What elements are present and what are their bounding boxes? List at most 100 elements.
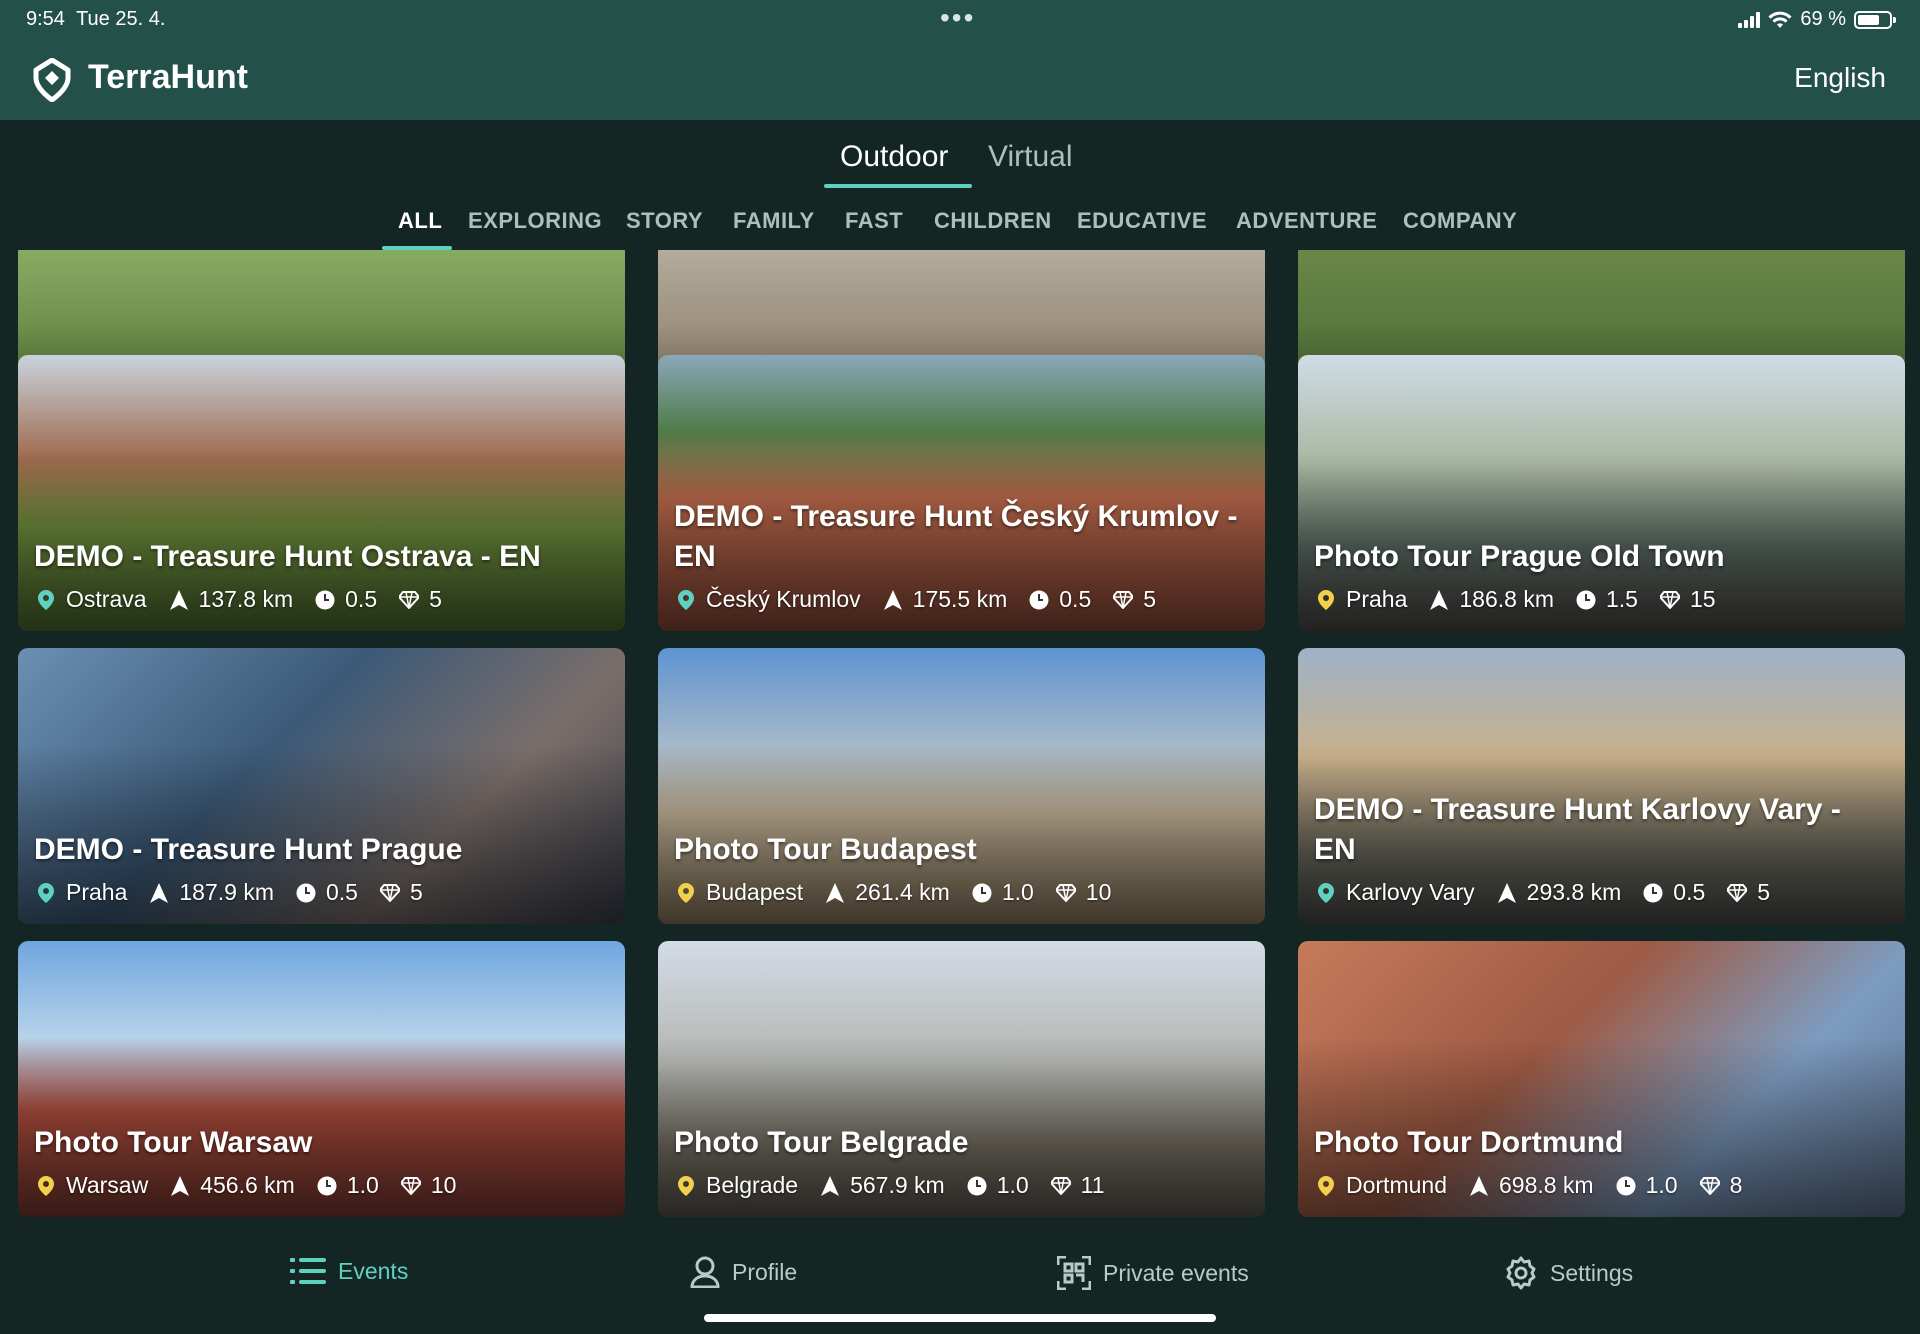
category-family[interactable]: FAMILY <box>733 208 815 234</box>
nav-settings-label: Settings <box>1550 1259 1634 1286</box>
category-filter-bar: ALL EXPLORING STORY FAMILY FAST CHILDREN… <box>0 208 1920 250</box>
active-tab-indicator <box>824 184 972 188</box>
event-gems-value: 10 <box>430 1172 457 1198</box>
status-date: Tue 25. 4. <box>76 8 166 30</box>
event-distance: 186.8 km <box>1429 586 1554 613</box>
navigation-arrow-icon <box>825 882 845 903</box>
gear-icon <box>1506 1256 1536 1290</box>
location-pin-icon <box>676 882 696 903</box>
cellular-signal-icon <box>1738 11 1761 28</box>
nav-settings[interactable]: Settings <box>1504 1256 1633 1290</box>
event-location: Budapest <box>676 879 803 906</box>
event-card[interactable]: DEMO - Treasure Hunt Český Krumlov - EN … <box>658 355 1265 631</box>
event-gems-value: 5 <box>409 879 423 905</box>
event-location: Warsaw <box>36 1172 148 1199</box>
event-distance-value: 293.8 km <box>1526 879 1622 905</box>
event-card[interactable]: Photo Tour Budapest Budapest 261.4 km 1.… <box>658 648 1265 924</box>
event-duration-value: 0.5 <box>325 879 358 905</box>
nav-events-label: Events <box>338 1257 409 1284</box>
event-city: Belgrade <box>706 1172 799 1198</box>
category-story[interactable]: STORY <box>626 208 703 234</box>
event-card[interactable]: Photo Tour Dortmund Dortmund 698.8 km 1.… <box>1298 941 1905 1217</box>
event-city: Karlovy Vary <box>1346 879 1475 905</box>
diamond-icon <box>1699 1176 1720 1196</box>
navigation-arrow-icon <box>1469 1175 1489 1196</box>
category-adventure[interactable]: ADVENTURE <box>1236 208 1377 234</box>
event-distance: 187.9 km <box>149 879 274 906</box>
event-duration-value: 0.5 <box>1673 879 1706 905</box>
home-indicator[interactable] <box>704 1314 1216 1322</box>
event-location: Praha <box>1316 586 1407 613</box>
event-distance: 567.9 km <box>820 1172 945 1199</box>
event-distance-value: 261.4 km <box>855 879 950 905</box>
event-card[interactable]: Photo Tour Prague Old Town Praha 186.8 k… <box>1298 355 1905 631</box>
location-pin-icon <box>36 1175 56 1196</box>
event-gems: 5 <box>1113 586 1156 613</box>
diamond-icon <box>379 883 400 903</box>
event-gems-value: 10 <box>1085 879 1112 905</box>
tab-virtual[interactable]: Virtual <box>988 140 1073 174</box>
navigation-arrow-icon <box>883 589 903 610</box>
event-duration: 1.0 <box>967 1172 1029 1199</box>
event-duration: 0.5 <box>1643 879 1705 906</box>
event-distance: 456.6 km <box>170 1172 295 1199</box>
list-icon <box>290 1258 326 1284</box>
location-pin-icon <box>1316 589 1336 610</box>
location-pin-icon <box>1316 882 1336 903</box>
event-gems-value: 15 <box>1689 586 1716 612</box>
event-duration-value: 1.0 <box>346 1172 379 1198</box>
event-card[interactable]: DEMO - Treasure Hunt Prague Praha 187.9 … <box>18 648 625 924</box>
category-fast[interactable]: FAST <box>845 208 903 234</box>
clock-icon <box>315 590 335 610</box>
multitasking-dots-icon[interactable]: ••• <box>940 2 975 34</box>
event-duration-value: 0.5 <box>1059 586 1092 612</box>
clock-icon <box>972 883 992 903</box>
event-title: Photo Tour Belgrade <box>674 1126 969 1159</box>
event-distance: 293.8 km <box>1497 879 1622 906</box>
event-title: Photo Tour Warsaw <box>34 1126 313 1159</box>
clock-icon <box>967 1176 987 1196</box>
category-exploring[interactable]: EXPLORING <box>468 208 602 234</box>
event-card[interactable]: Photo Tour Belgrade Belgrade 567.9 km 1.… <box>658 941 1265 1217</box>
event-city: Dortmund <box>1346 1172 1447 1198</box>
bottom-navigation: Events Profile Private events Settings <box>0 1228 1920 1334</box>
app-header: 9:54 Tue 25. 4. ••• 69 % TerraHunt Engli… <box>0 0 1920 120</box>
location-pin-icon <box>676 1175 696 1196</box>
nav-profile[interactable]: Profile <box>690 1256 797 1288</box>
event-title: DEMO - Treasure Hunt Prague <box>34 833 463 866</box>
event-duration-value: 0.5 <box>345 586 378 612</box>
nav-private-events[interactable]: Private events <box>1057 1256 1249 1290</box>
navigation-arrow-icon <box>149 882 169 903</box>
event-title: DEMO - Treasure Hunt Ostrava - EN <box>34 540 541 573</box>
diamond-icon <box>1659 590 1680 610</box>
navigation-arrow-icon <box>1429 589 1449 610</box>
event-gems: 5 <box>379 879 423 906</box>
language-selector[interactable]: English <box>1794 62 1886 94</box>
qr-code-icon <box>1057 1256 1091 1290</box>
event-distance: 137.8 km <box>169 586 293 613</box>
event-card[interactable]: DEMO - Treasure Hunt Ostrava - EN Ostrav… <box>18 355 625 631</box>
category-educative[interactable]: EDUCATIVE <box>1077 208 1207 234</box>
clock-icon <box>1029 590 1049 610</box>
battery-icon <box>1854 10 1896 29</box>
event-gems-value: 11 <box>1080 1172 1105 1198</box>
navigation-arrow-icon <box>170 1175 190 1196</box>
category-company[interactable]: COMPANY <box>1403 208 1517 234</box>
category-all[interactable]: ALL <box>398 208 442 234</box>
event-meta: Karlovy Vary 293.8 km 0.5 5 <box>1316 879 1792 906</box>
event-meta: Praha 187.9 km 0.5 5 <box>36 879 445 906</box>
tab-outdoor[interactable]: Outdoor <box>840 140 948 174</box>
navigation-arrow-icon <box>1497 882 1517 903</box>
event-gems: 8 <box>1699 1172 1742 1199</box>
app-title: TerraHunt <box>88 58 248 96</box>
event-distance-value: 567.9 km <box>850 1172 945 1198</box>
event-gems: 10 <box>400 1172 457 1199</box>
event-location: Praha <box>36 879 127 906</box>
category-children[interactable]: CHILDREN <box>934 208 1052 234</box>
nav-events[interactable]: Events <box>290 1256 408 1286</box>
event-city: Český Krumlov <box>706 586 861 612</box>
event-meta: Český Krumlov 175.5 km 0.5 5 <box>676 586 1178 613</box>
event-title: Photo Tour Dortmund <box>1314 1126 1624 1159</box>
event-card[interactable]: DEMO - Treasure Hunt Karlovy Vary - EN K… <box>1298 648 1905 924</box>
event-card[interactable]: Photo Tour Warsaw Warsaw 456.6 km 1.0 10 <box>18 941 625 1217</box>
